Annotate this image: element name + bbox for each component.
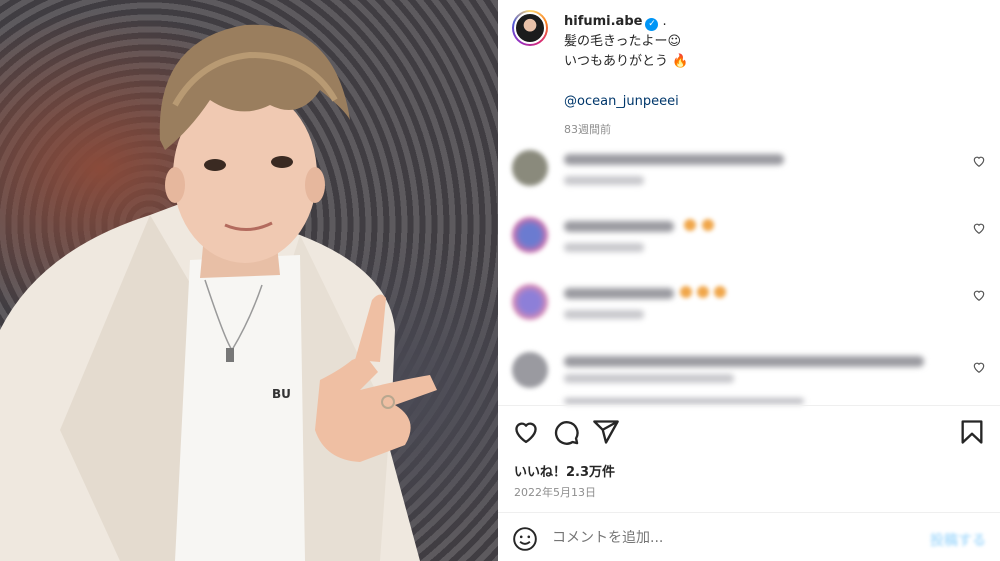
comment-like-heart-icon[interactable] bbox=[972, 360, 986, 374]
post-time-ago: 83週間前 bbox=[564, 123, 611, 136]
emoji-icon[interactable] bbox=[512, 526, 538, 552]
caption-line-1: 髪の毛きったよー☺ bbox=[564, 34, 682, 49]
svg-text:BU: BU bbox=[272, 387, 291, 401]
emoji-blurred bbox=[684, 219, 696, 231]
comment-item[interactable] bbox=[512, 282, 986, 328]
caption-line-2: いつもありがとう 🔥 bbox=[564, 54, 689, 69]
share-icon[interactable] bbox=[592, 418, 620, 446]
comment-input[interactable] bbox=[552, 530, 912, 546]
comment-text-blurred bbox=[564, 154, 784, 165]
comment-overflow-blurred bbox=[564, 398, 804, 404]
comment-meta-blurred bbox=[564, 243, 644, 252]
post-caption: hifumi.abe ✓. 髪の毛きったよー☺ いつもありがとう 🔥 @ocean… bbox=[564, 12, 688, 140]
comment-like-heart-icon[interactable] bbox=[972, 154, 986, 168]
commenter-avatar[interactable] bbox=[512, 352, 548, 388]
post-photo[interactable]: BU bbox=[0, 0, 498, 561]
caption-separator: . bbox=[662, 14, 667, 29]
comment-bar: 投稿する bbox=[512, 522, 986, 556]
comment-item[interactable] bbox=[512, 148, 986, 194]
commenter-avatar[interactable] bbox=[512, 150, 548, 186]
bookmark-icon[interactable] bbox=[958, 418, 986, 446]
author-avatar[interactable] bbox=[512, 10, 548, 46]
action-bar bbox=[512, 418, 986, 448]
photo-illustration: BU bbox=[0, 24, 437, 561]
comment-text-blurred bbox=[564, 221, 674, 232]
mention-link[interactable]: @ocean_junpeeei bbox=[564, 92, 688, 112]
commenter-avatar[interactable] bbox=[512, 284, 548, 320]
likes-count[interactable]: いいね！2.3万件 bbox=[514, 461, 615, 480]
comment-text-blurred bbox=[564, 356, 924, 367]
post-date: 2022年5月13日 bbox=[514, 486, 596, 499]
emoji-blurred bbox=[697, 286, 709, 298]
divider bbox=[498, 512, 1000, 513]
emoji-blurred bbox=[714, 286, 726, 298]
comment-meta-blurred bbox=[564, 176, 644, 185]
author-username[interactable]: hifumi.abe bbox=[564, 14, 642, 29]
comment-like-heart-icon[interactable] bbox=[972, 221, 986, 235]
comment-text-blurred bbox=[564, 288, 674, 299]
heart-icon[interactable] bbox=[512, 418, 540, 446]
comment-item[interactable] bbox=[512, 350, 986, 396]
comment-meta-blurred bbox=[564, 310, 644, 319]
comment-like-heart-icon[interactable] bbox=[972, 288, 986, 302]
verified-badge-icon: ✓ bbox=[645, 18, 659, 31]
commenter-avatar[interactable] bbox=[512, 217, 548, 253]
divider bbox=[498, 405, 1000, 406]
emoji-blurred bbox=[680, 286, 692, 298]
comment-icon[interactable] bbox=[552, 418, 580, 446]
comment-item[interactable] bbox=[512, 215, 986, 261]
post-comment-button[interactable]: 投稿する bbox=[930, 530, 986, 550]
emoji-blurred bbox=[702, 219, 714, 231]
post-detail-panel: hifumi.abe ✓. 髪の毛きったよー☺ いつもありがとう 🔥 @ocean… bbox=[498, 0, 1000, 561]
comment-text-blurred bbox=[564, 374, 734, 383]
